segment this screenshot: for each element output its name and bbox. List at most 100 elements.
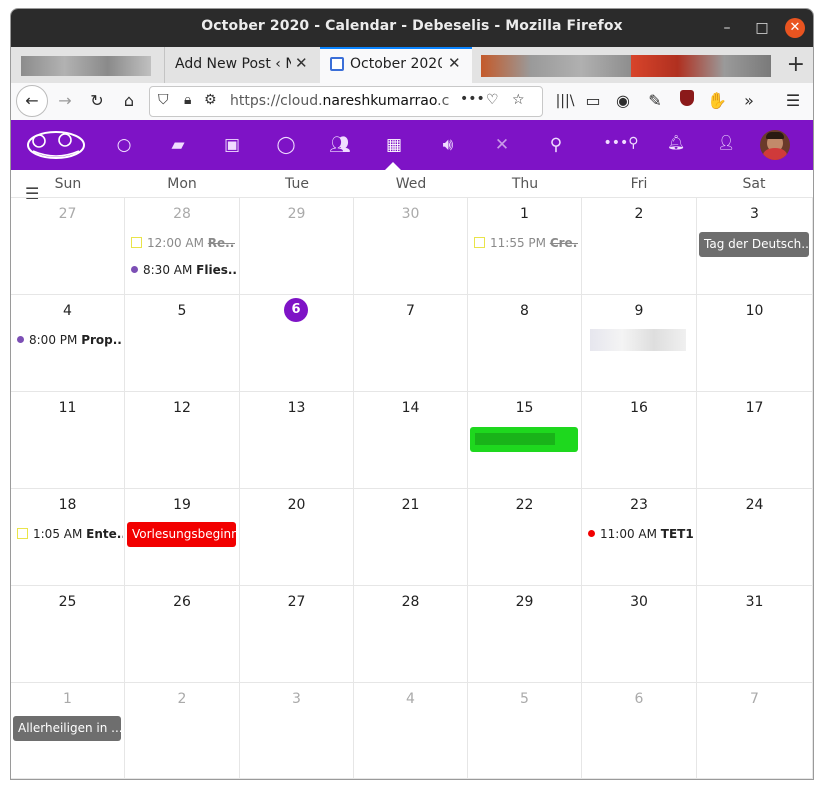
task-event[interactable]: 1:05 AM Ente... <box>17 527 123 541</box>
deck-icon[interactable]: ✕ <box>489 135 515 155</box>
task-event[interactable]: 11:55 PM Cre... <box>474 236 578 250</box>
calendar-event[interactable]: Vorlesungsbeginn <box>127 522 236 547</box>
contacts-menu-icon[interactable]: 👤︎ <box>713 135 739 151</box>
day-cell[interactable]: 9 <box>582 295 697 392</box>
dashboard-icon[interactable]: ○ <box>111 135 137 155</box>
extension-icon[interactable]: ✎ <box>641 87 669 115</box>
library-icon[interactable]: |||\ <box>551 87 579 115</box>
redacted-event[interactable] <box>590 329 686 351</box>
day-cell[interactable]: 14 <box>354 392 468 489</box>
day-cell[interactable]: 3 Tag der Deutsch... <box>697 198 813 295</box>
holiday-event[interactable]: Allerheiligen in ... <box>13 716 121 741</box>
tracking-shield-icon[interactable]: ⛉ <box>158 92 169 108</box>
url-text[interactable]: https://cloud.nareshkumarrao.c <box>230 93 458 109</box>
page-actions-icon[interactable]: ••• <box>460 91 485 107</box>
reload-button[interactable]: ↻ <box>83 87 111 115</box>
task-checkbox-icon[interactable] <box>474 237 485 248</box>
close-tab-icon[interactable]: ✕ <box>448 54 461 72</box>
day-cell[interactable]: 1 11:55 PM Cre... <box>468 198 582 295</box>
holiday-event[interactable]: Tag der Deutsch... <box>699 232 809 257</box>
day-cell[interactable]: 6 <box>582 683 697 779</box>
files-icon[interactable]: ▰ <box>165 135 191 155</box>
sidebar-icon[interactable]: ▭ <box>579 87 607 115</box>
day-cell[interactable]: 5 <box>125 295 240 392</box>
tab-calendar[interactable]: October 2020 - ✕ <box>320 47 472 83</box>
day-cell[interactable]: 1 Allerheiligen in ... <box>11 683 125 779</box>
avatar[interactable] <box>760 130 790 160</box>
day-cell[interactable]: 27 <box>240 586 354 683</box>
day-cell[interactable]: 8 <box>468 295 582 392</box>
blurred-tab[interactable] <box>481 55 631 77</box>
day-cell[interactable]: 2 <box>125 683 240 779</box>
day-cell[interactable]: 13 <box>240 392 354 489</box>
pocket-icon[interactable]: ♡ <box>486 92 499 108</box>
contacts-icon[interactable]: 👥︎ <box>327 135 353 155</box>
day-cell[interactable]: 30 <box>354 198 468 295</box>
url-bar[interactable]: ⛉ 🔒︎ ⚙ https://cloud.nareshkumarrao.c ••… <box>149 86 543 117</box>
day-cell[interactable]: 5 <box>468 683 582 779</box>
permissions-icon[interactable]: ⚙ <box>204 92 217 108</box>
day-cell[interactable]: 20 <box>240 489 354 586</box>
calendar-icon[interactable]: ▦ <box>381 135 407 155</box>
calendar-event[interactable]: 8:00 PM Prop... <box>17 333 121 347</box>
day-cell[interactable]: 17 <box>697 392 813 489</box>
day-cell[interactable]: 24 <box>697 489 813 586</box>
task-checkbox-icon[interactable] <box>131 237 142 248</box>
day-cell[interactable]: 2 <box>582 198 697 295</box>
day-cell[interactable]: 16 <box>582 392 697 489</box>
day-cell[interactable]: 3 <box>240 683 354 779</box>
overflow-menu-icon[interactable]: » <box>735 87 763 115</box>
task-event[interactable]: 12:00 AM Re... <box>131 236 235 250</box>
minimize-button[interactable]: – <box>717 18 737 38</box>
more-apps-icon[interactable]: •••⚲ <box>601 135 641 151</box>
tab-add-new-post[interactable]: Add New Post ‹ N ✕ <box>164 47 319 83</box>
home-button[interactable]: ⌂ <box>115 87 143 115</box>
day-cell[interactable]: 6 <box>240 295 354 392</box>
calendar-event[interactable]: 11:00 AM TET1 <box>588 527 694 541</box>
maximize-button[interactable]: □ <box>752 18 772 38</box>
day-cell[interactable]: 28 <box>354 586 468 683</box>
new-tab-icon[interactable]: + <box>787 52 805 77</box>
day-cell[interactable]: 12 <box>125 392 240 489</box>
day-cell[interactable]: 25 <box>11 586 125 683</box>
bookmark-star-icon[interactable]: ☆ <box>512 92 525 108</box>
forward-button[interactable]: → <box>51 87 79 115</box>
day-cell[interactable]: 30 <box>582 586 697 683</box>
day-cell[interactable]: 19 Vorlesungsbeginn <box>125 489 240 586</box>
day-cell[interactable]: 27 <box>11 198 125 295</box>
day-cell[interactable]: 31 <box>697 586 813 683</box>
day-cell[interactable]: 15 <box>468 392 582 489</box>
blurred-tab[interactable] <box>21 56 151 76</box>
day-cell[interactable]: 28 12:00 AM Re... 8:30 AM Flies... <box>125 198 240 295</box>
nextcloud-logo-icon[interactable] <box>25 129 87 161</box>
task-checkbox-icon[interactable] <box>17 528 28 539</box>
day-cell[interactable]: 11 <box>11 392 125 489</box>
talk-icon[interactable]: ◯ <box>273 135 299 155</box>
day-cell[interactable]: 21 <box>354 489 468 586</box>
day-cell[interactable]: 7 <box>354 295 468 392</box>
gnome-extension-icon[interactable]: ✋ <box>703 87 731 115</box>
day-cell[interactable]: 4 <box>354 683 468 779</box>
calendar-event[interactable]: 8:30 AM Flies... <box>131 263 237 277</box>
close-tab-icon[interactable]: ✕ <box>295 54 308 72</box>
maps-icon[interactable]: ⚲ <box>543 135 569 155</box>
ublock-icon[interactable] <box>673 87 701 115</box>
day-cell[interactable]: 22 <box>468 489 582 586</box>
redacted-event[interactable] <box>470 427 578 452</box>
day-cell[interactable]: 7 <box>697 683 813 779</box>
hamburger-menu-icon[interactable]: ☰ <box>779 87 807 115</box>
day-cell[interactable]: 29 <box>468 586 582 683</box>
day-cell[interactable]: 4 8:00 PM Prop... <box>11 295 125 392</box>
close-window-button[interactable]: ✕ <box>785 18 805 38</box>
day-cell[interactable]: 10 <box>697 295 813 392</box>
account-icon[interactable]: ◉ <box>609 87 637 115</box>
back-button[interactable]: ← <box>16 85 48 117</box>
blurred-tab[interactable] <box>631 55 771 77</box>
lock-icon[interactable]: 🔒︎ <box>184 92 191 108</box>
day-cell[interactable]: 26 <box>125 586 240 683</box>
photos-icon[interactable]: ▣ <box>219 135 245 155</box>
notifications-icon[interactable]: 🔔︎ <box>663 135 689 151</box>
audio-icon[interactable]: 🔊︎ <box>435 135 461 155</box>
day-cell[interactable]: 18 1:05 AM Ente... <box>11 489 125 586</box>
day-cell[interactable]: 29 <box>240 198 354 295</box>
